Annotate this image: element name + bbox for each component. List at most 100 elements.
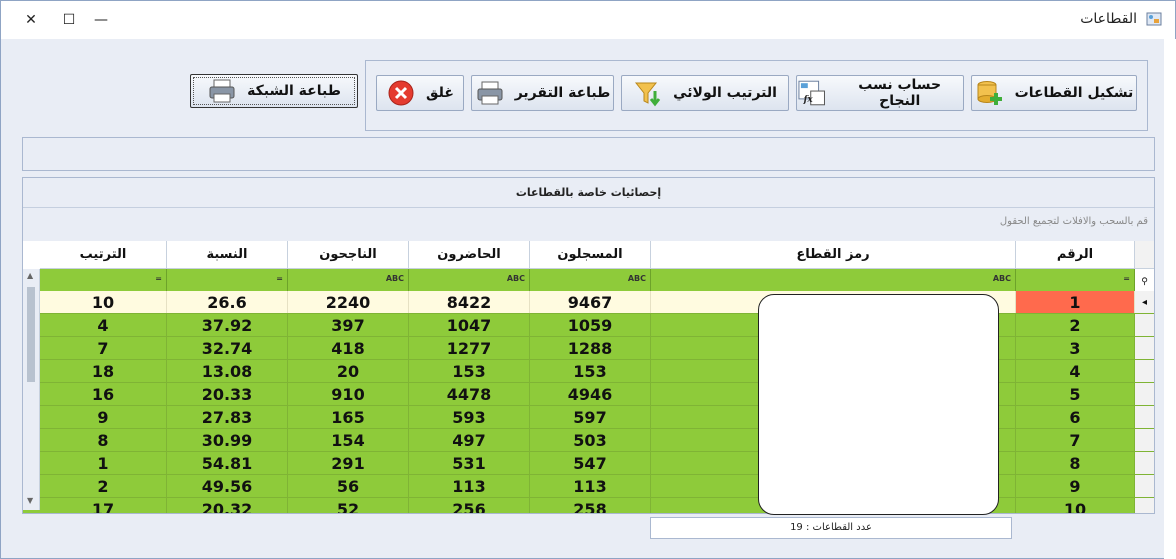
filter-cell-sector-code[interactable]: ABC — [651, 269, 1016, 291]
cell-passed[interactable]: 165 — [288, 406, 409, 428]
calc-success-button[interactable]: حساب نسب النجاح fx — [796, 75, 964, 111]
cell-present[interactable]: 153 — [409, 360, 530, 382]
cell-present[interactable]: 1277 — [409, 337, 530, 359]
current-row-indicator-icon[interactable]: ◂ — [1135, 291, 1154, 313]
row-indicator[interactable] — [1135, 475, 1154, 497]
cell-rank[interactable]: 8 — [40, 429, 167, 451]
row-indicator[interactable] — [1135, 429, 1154, 451]
cell-ratio[interactable]: 49.56 — [167, 475, 288, 497]
cell-num[interactable]: 1 — [1016, 291, 1135, 313]
cell-passed[interactable]: 154 — [288, 429, 409, 451]
row-indicator[interactable] — [1135, 314, 1154, 336]
col-header-present[interactable]: الحاضرون — [409, 241, 530, 269]
row-indicator[interactable] — [1135, 498, 1154, 513]
cell-registered[interactable]: 153 — [530, 360, 651, 382]
cell-ratio[interactable]: 20.33 — [167, 383, 288, 405]
cell-registered[interactable]: 1288 — [530, 337, 651, 359]
equals-filter-icon[interactable]: = — [1123, 274, 1130, 283]
cell-num[interactable]: 10 — [1016, 498, 1135, 513]
text-filter-icon[interactable]: ABC — [386, 274, 404, 283]
filter-pin-icon[interactable]: ⚲ — [1135, 269, 1154, 291]
cell-rank[interactable]: 4 — [40, 314, 167, 336]
cell-rank[interactable]: 7 — [40, 337, 167, 359]
cell-rank[interactable]: 1 — [40, 452, 167, 474]
cell-registered[interactable]: 9467 — [530, 291, 651, 313]
cell-present[interactable]: 8422 — [409, 291, 530, 313]
text-filter-icon[interactable]: ABC — [507, 274, 525, 283]
cell-num[interactable]: 3 — [1016, 337, 1135, 359]
cell-registered[interactable]: 503 — [530, 429, 651, 451]
cell-passed[interactable]: 291 — [288, 452, 409, 474]
cell-ratio[interactable]: 54.81 — [167, 452, 288, 474]
form-sectors-button[interactable]: تشكيل القطاعات — [971, 75, 1137, 111]
cell-num[interactable]: 4 — [1016, 360, 1135, 382]
print-grid-button[interactable]: طباعة الشبكة — [190, 74, 358, 108]
cell-ratio[interactable]: 26.6 — [167, 291, 288, 313]
cell-rank[interactable]: 16 — [40, 383, 167, 405]
text-filter-icon[interactable]: ABC — [628, 274, 646, 283]
cell-rank[interactable]: 17 — [40, 498, 167, 513]
col-header-ratio[interactable]: النسبة — [167, 241, 288, 269]
cell-present[interactable]: 1047 — [409, 314, 530, 336]
cell-passed[interactable]: 2240 — [288, 291, 409, 313]
filter-cell-registered[interactable]: ABC — [530, 269, 651, 291]
cell-registered[interactable]: 113 — [530, 475, 651, 497]
cell-ratio[interactable]: 20.32 — [167, 498, 288, 513]
cell-present[interactable]: 256 — [409, 498, 530, 513]
print-report-button[interactable]: طباعة التقرير — [471, 75, 614, 111]
cell-ratio[interactable]: 32.74 — [167, 337, 288, 359]
col-header-num[interactable]: الرقم — [1016, 241, 1135, 269]
cell-ratio[interactable]: 13.08 — [167, 360, 288, 382]
col-header-rank[interactable]: الترتيب — [40, 241, 167, 269]
cell-ratio[interactable]: 30.99 — [167, 429, 288, 451]
scroll-up-icon[interactable]: ▲ — [27, 271, 33, 280]
row-indicator[interactable] — [1135, 452, 1154, 474]
close-button[interactable]: غلق — [376, 75, 464, 111]
minimize-window-button[interactable]: — — [89, 9, 113, 31]
cell-passed[interactable]: 20 — [288, 360, 409, 382]
filter-cell-ratio[interactable]: = — [167, 269, 288, 291]
cell-present[interactable]: 593 — [409, 406, 530, 428]
col-header-passed[interactable]: الناجحون — [288, 241, 409, 269]
cell-rank[interactable]: 10 — [40, 291, 167, 313]
scroll-thumb[interactable] — [27, 287, 35, 382]
cell-num[interactable]: 8 — [1016, 452, 1135, 474]
cell-passed[interactable]: 397 — [288, 314, 409, 336]
cell-num[interactable]: 7 — [1016, 429, 1135, 451]
cell-registered[interactable]: 258 — [530, 498, 651, 513]
vertical-scrollbar[interactable]: ▲ ▼ — [23, 269, 40, 510]
equals-filter-icon[interactable]: = — [155, 274, 162, 283]
filter-cell-num[interactable]: = — [1016, 269, 1135, 291]
equals-filter-icon[interactable]: = — [276, 274, 283, 283]
cell-ratio[interactable]: 37.92 — [167, 314, 288, 336]
cell-registered[interactable]: 597 — [530, 406, 651, 428]
cell-passed[interactable]: 56 — [288, 475, 409, 497]
cell-passed[interactable]: 52 — [288, 498, 409, 513]
wilaya-rank-button[interactable]: الترتيب الولائي — [621, 75, 789, 111]
filter-cell-rank[interactable]: = — [40, 269, 167, 291]
cell-registered[interactable]: 547 — [530, 452, 651, 474]
col-header-sector-code[interactable]: رمز القطاع — [651, 241, 1016, 269]
row-indicator[interactable] — [1135, 383, 1154, 405]
maximize-window-button[interactable]: ☐ — [57, 9, 81, 31]
cell-passed[interactable]: 418 — [288, 337, 409, 359]
cell-present[interactable]: 4478 — [409, 383, 530, 405]
cell-rank[interactable]: 18 — [40, 360, 167, 382]
cell-num[interactable]: 2 — [1016, 314, 1135, 336]
cell-rank[interactable]: 2 — [40, 475, 167, 497]
cell-num[interactable]: 9 — [1016, 475, 1135, 497]
row-indicator[interactable] — [1135, 360, 1154, 382]
close-window-button[interactable]: ✕ — [19, 9, 43, 31]
cell-present[interactable]: 531 — [409, 452, 530, 474]
cell-num[interactable]: 5 — [1016, 383, 1135, 405]
cell-rank[interactable]: 9 — [40, 406, 167, 428]
cell-registered[interactable]: 1059 — [530, 314, 651, 336]
filter-cell-present[interactable]: ABC — [409, 269, 530, 291]
text-filter-icon[interactable]: ABC — [993, 274, 1011, 283]
col-header-registered[interactable]: المسجلون — [530, 241, 651, 269]
cell-present[interactable]: 113 — [409, 475, 530, 497]
cell-registered[interactable]: 4946 — [530, 383, 651, 405]
cell-present[interactable]: 497 — [409, 429, 530, 451]
cell-num[interactable]: 6 — [1016, 406, 1135, 428]
cell-ratio[interactable]: 27.83 — [167, 406, 288, 428]
